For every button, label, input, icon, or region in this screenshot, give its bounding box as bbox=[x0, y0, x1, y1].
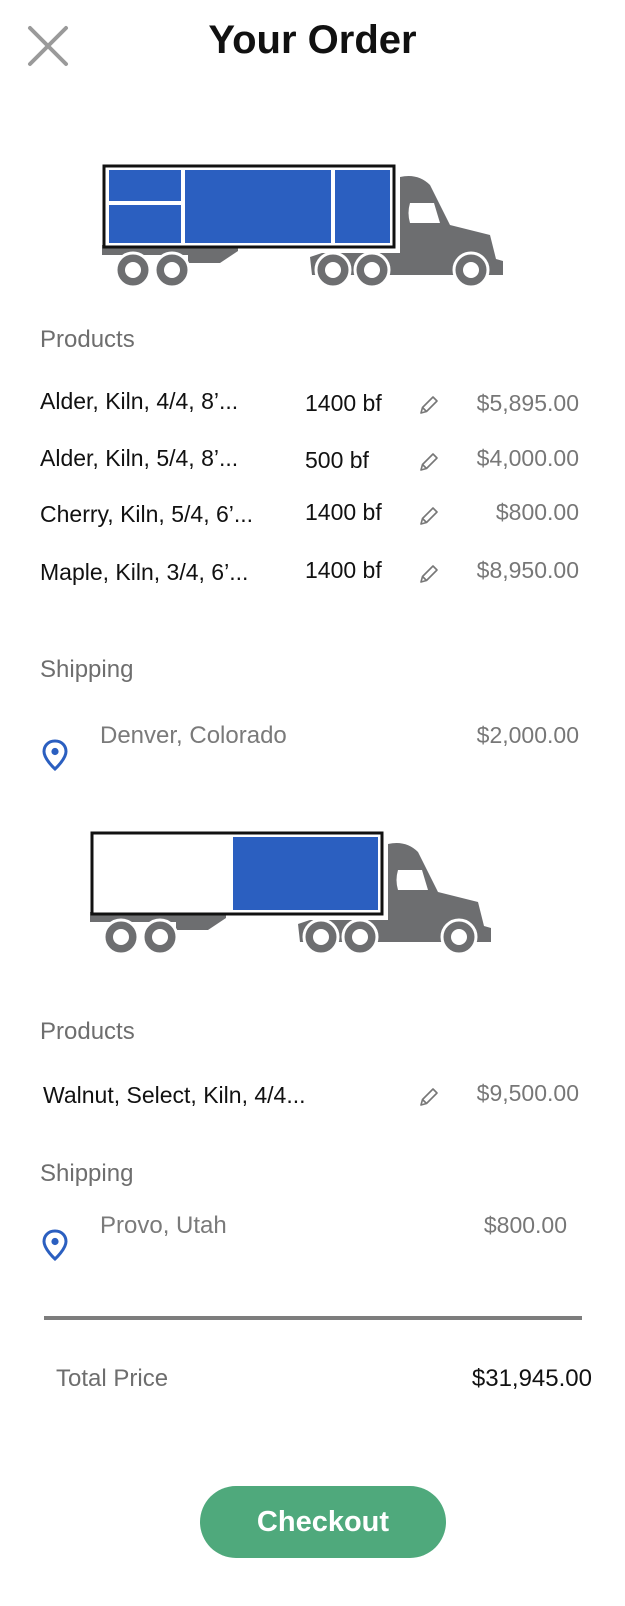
product-quantity: 1400 bf bbox=[305, 499, 382, 525]
truck-icon bbox=[90, 831, 491, 956]
truck-icon bbox=[102, 164, 503, 289]
product-row[interactable]: Alder, Kiln, 5/4, 8’... 500 bf $4,000.00 bbox=[0, 445, 625, 475]
shipping-price: $2,000.00 bbox=[476, 722, 579, 748]
product-name: Alder, Kiln, 4/4, 8’... bbox=[40, 388, 239, 414]
product-quantity: 500 bf bbox=[305, 447, 369, 473]
total-price-value: $31,945.00 bbox=[471, 1365, 592, 1392]
product-price: $8,950.00 bbox=[476, 557, 579, 583]
product-price: $4,000.00 bbox=[476, 445, 579, 471]
pencil-icon[interactable] bbox=[418, 505, 440, 527]
product-row[interactable]: Walnut, Select, Kiln, 4/4... $9,500.00 bbox=[0, 1080, 625, 1112]
product-quantity: 1400 bf bbox=[305, 557, 382, 583]
product-price: $9,500.00 bbox=[476, 1080, 579, 1106]
shipping-location: Denver, Colorado bbox=[100, 722, 287, 749]
shipping-heading: Shipping bbox=[40, 1160, 134, 1187]
product-row[interactable]: Cherry, Kiln, 5/4, 6’... 1400 bf $800.00 bbox=[0, 499, 625, 531]
pencil-icon[interactable] bbox=[418, 563, 440, 585]
product-name: Alder, Kiln, 5/4, 8’... bbox=[40, 445, 239, 471]
product-row[interactable]: Alder, Kiln, 4/4, 8’... 1400 bf $5,895.0… bbox=[0, 388, 625, 418]
product-quantity: 1400 bf bbox=[305, 390, 382, 416]
checkout-button[interactable]: Checkout bbox=[200, 1486, 446, 1558]
pencil-icon[interactable] bbox=[418, 1086, 440, 1108]
shipping-location: Provo, Utah bbox=[100, 1212, 227, 1239]
product-name: Maple, Kiln, 3/4, 6’... bbox=[40, 559, 249, 585]
product-name: Cherry, Kiln, 5/4, 6’... bbox=[40, 501, 254, 527]
products-heading: Products bbox=[40, 326, 135, 353]
product-price: $5,895.00 bbox=[476, 390, 579, 416]
divider bbox=[44, 1316, 582, 1320]
pencil-icon[interactable] bbox=[418, 451, 440, 473]
location-pin-icon bbox=[42, 739, 68, 772]
shipping-price: $800.00 bbox=[483, 1212, 567, 1238]
product-row[interactable]: Maple, Kiln, 3/4, 6’... 1400 bf $8,950.0… bbox=[0, 557, 625, 589]
page-title: Your Order bbox=[208, 18, 417, 62]
product-price: $800.00 bbox=[495, 499, 579, 525]
total-price-label: Total Price bbox=[56, 1365, 169, 1392]
pencil-icon[interactable] bbox=[418, 394, 440, 416]
location-pin-icon bbox=[42, 1229, 68, 1262]
product-name: Walnut, Select, Kiln, 4/4... bbox=[43, 1082, 306, 1108]
products-heading: Products bbox=[40, 1018, 135, 1045]
shipping-heading: Shipping bbox=[40, 656, 134, 683]
